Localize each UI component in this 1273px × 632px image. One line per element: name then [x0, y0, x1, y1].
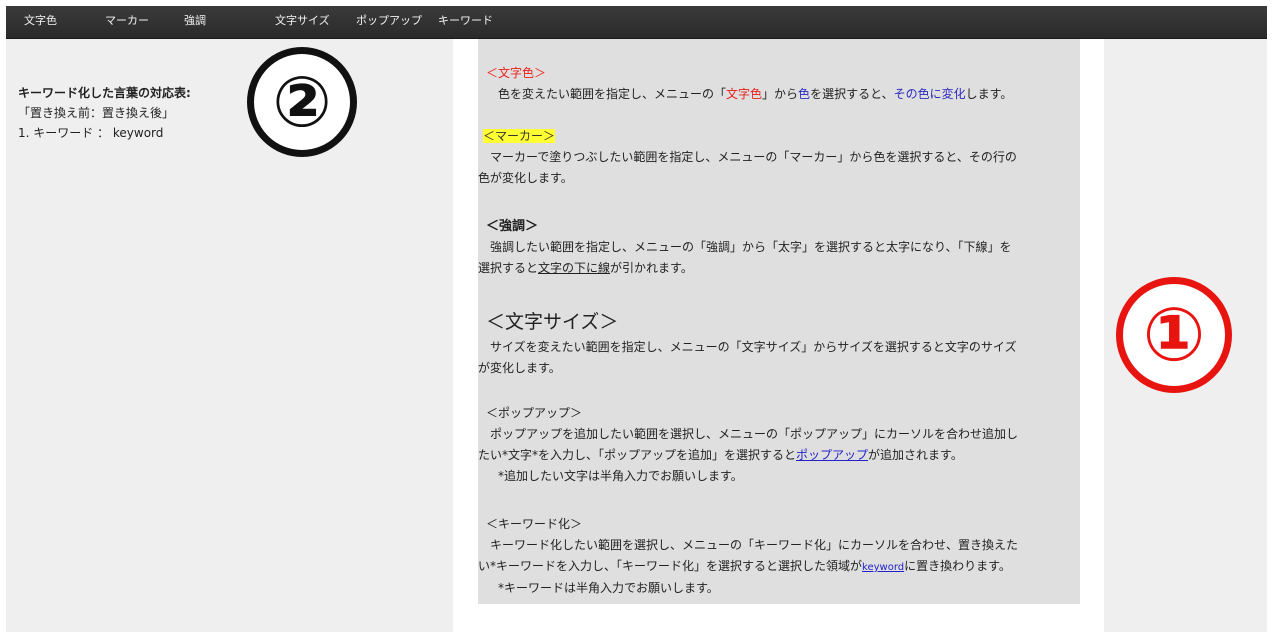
- section-heading-emphasis: ＜強調＞: [486, 219, 539, 234]
- editor-content[interactable]: ＜文字色＞ 色を変えたい範囲を指定し、メニューの「文字色」から色を選択すると、そ…: [478, 39, 1080, 604]
- marker-highlight: ＜マーカー＞: [483, 129, 556, 143]
- popup-link[interactable]: ポップアップ: [796, 448, 868, 462]
- text-span: に置き換わります。: [904, 559, 1011, 573]
- blue-text-span: 色: [798, 87, 811, 101]
- text-span: が引かれます。: [610, 261, 693, 275]
- keyword-link[interactable]: keyword: [862, 562, 904, 573]
- red-text-span: 文字色: [726, 87, 763, 101]
- menu-item-text-size[interactable]: 文字サイズ: [275, 6, 330, 38]
- size-line-2: が変化します。: [478, 361, 561, 375]
- text-span: たい*文字*を入力し、「ポップアップを追加」を選択すると: [478, 448, 797, 462]
- section-keyword: ＜キーワード化＞ キーワード化したい範囲を選択し、メニューの「キーワード化」にカ…: [478, 514, 1080, 599]
- section-popup: ＜ポップアップ＞ ポップアップを追加したい範囲を選択し、メニューの「ポップアップ…: [478, 403, 1080, 487]
- keyword-line-2: い*キーワードを入力し、「キーワード化」を選択すると選択した領域がkeyword…: [478, 556, 1080, 578]
- blue-text-span: その色に変化: [893, 87, 966, 101]
- section-text-size: ＜文字サイズ＞ サイズを変えたい範囲を指定し、メニューの「文字サイズ」からサイズ…: [478, 307, 1080, 379]
- text-span: 色を変えたい範囲を指定し、メニューの「: [486, 87, 727, 101]
- section-heading-keyword: ＜キーワード化＞: [486, 517, 583, 531]
- menu-item-keyword[interactable]: キーワード: [438, 6, 493, 38]
- section-text-color-body: 色を変えたい範囲を指定し、メニューの「文字色」から色を選択すると、その色に変化し…: [478, 84, 1080, 105]
- section-text-color: ＜文字色＞ 色を変えたい範囲を指定し、メニューの「文字色」から色を選択すると、そ…: [478, 63, 1080, 105]
- size-line-1: サイズを変えたい範囲を指定し、メニューの「文字サイズ」からサイズを選択すると文字…: [478, 340, 1017, 354]
- marker-line-2: 色が変化します。: [478, 171, 573, 185]
- popup-line-2: たい*文字*を入力し、「ポップアップを追加」を選択するとポップアップが追加されま…: [478, 445, 1080, 466]
- keyword-line-1: キーワード化したい範囲を選択し、メニューの「キーワード化」にカーソルを合わせ、置…: [478, 538, 1019, 552]
- menu-item-popup[interactable]: ポップアップ: [356, 6, 422, 38]
- menu-item-emphasis[interactable]: 強調: [184, 6, 206, 38]
- section-heading-text-size: ＜文字サイズ＞: [486, 311, 619, 333]
- keyword-table-format: 「置き換え前：置き換え後」: [18, 106, 175, 120]
- underlined-text: 文字の下に線: [538, 261, 611, 275]
- text-span: い*キーワードを入力し、「キーワード化」を選択すると選択した領域が: [478, 559, 863, 573]
- section-heading-popup: ＜ポップアップ＞: [486, 406, 583, 420]
- section-heading-marker: ＜マーカー＞: [478, 126, 1080, 147]
- text-span: が追加されます。: [868, 448, 963, 462]
- emphasis-line-1: 強調したい範囲を指定し、メニューの「強調」から「太字」を選択すると太字になり、「…: [478, 240, 1012, 254]
- marker-line-1: マーカーで塗りつぶしたい範囲を指定し、メニューの「マーカー」から色を選択すると、…: [478, 150, 1017, 164]
- menu-item-marker[interactable]: マーカー: [105, 6, 149, 38]
- menu-item-text-color[interactable]: 文字色: [24, 6, 57, 38]
- popup-line-1: ポップアップを追加したい範囲を選択し、メニューの「ポップアップ」にカーソルを合わ…: [478, 427, 1019, 441]
- section-emphasis: ＜強調＞ 強調したい範囲を指定し、メニューの「強調」から「太字」を選択すると太字…: [478, 216, 1080, 279]
- text-span: します。: [965, 87, 1013, 101]
- text-span: 」から: [762, 87, 799, 101]
- annotation-number-2: ②: [247, 47, 357, 157]
- text-span: を選択すると、: [810, 87, 894, 101]
- section-marker: ＜マーカー＞ マーカーで塗りつぶしたい範囲を指定し、メニューの「マーカー」から色…: [478, 126, 1080, 189]
- popup-note: *追加したい文字は半角入力でお願いします。: [486, 469, 743, 483]
- text-span: 選択すると: [478, 261, 539, 275]
- emphasis-line-2: 選択すると文字の下に線が引かれます。: [478, 258, 1080, 279]
- keyword-table-title: キーワード化した言葉の対応表:: [18, 86, 191, 100]
- menu-bar: 文字色 マーカー 強調 文字サイズ ポップアップ キーワード: [6, 6, 1267, 39]
- keyword-table: キーワード化した言葉の対応表: 「置き換え前：置き換え後」 1. キーワード ：…: [18, 83, 278, 143]
- keyword-note: *キーワードは半角入力でお願いします。: [486, 581, 719, 595]
- section-heading-text-color: ＜文字色＞: [486, 66, 547, 80]
- keyword-table-entry: 1. キーワード ： keyword: [18, 126, 164, 140]
- annotation-number-1: ①: [1116, 277, 1232, 393]
